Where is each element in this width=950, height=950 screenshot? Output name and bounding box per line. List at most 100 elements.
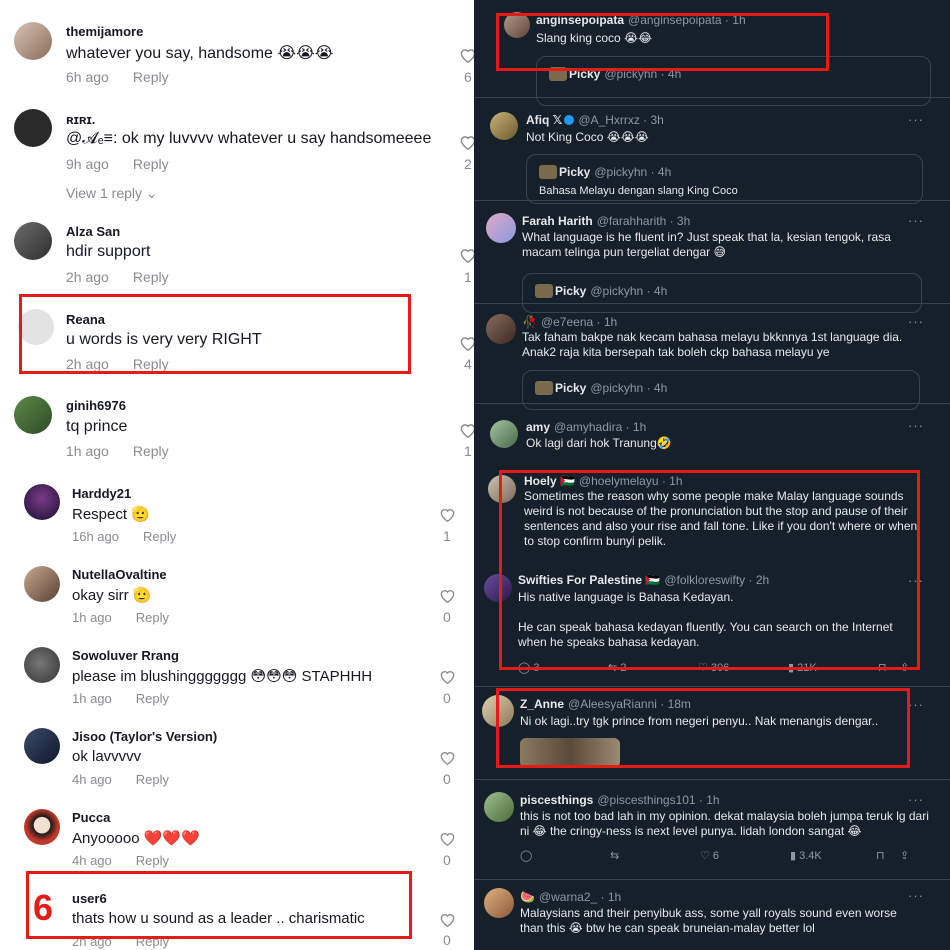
- share-icon[interactable]: ⇪: [900, 849, 909, 862]
- avatar[interactable]: [490, 112, 518, 140]
- heart-icon[interactable]: [439, 669, 456, 684]
- avatar[interactable]: [14, 109, 52, 147]
- tweet-text: Malaysians and their penyibuk ass, some …: [520, 906, 897, 935]
- heart-icon[interactable]: [439, 750, 456, 765]
- comment-username[interactable]: NutellaOvaltine: [72, 567, 167, 582]
- reply-button[interactable]: Reply: [143, 529, 176, 544]
- views-count: 3.4K: [799, 850, 822, 862]
- avatar[interactable]: [24, 728, 60, 764]
- tweet[interactable]: ··· amy @amyhadira · 1h Ok lagi dari hok …: [474, 404, 950, 459]
- reply-button[interactable]: Reply: [133, 443, 169, 459]
- tweet-text: Not King Coco 😭😭😭: [526, 130, 649, 144]
- comment-username[interactable]: ginih6976: [66, 398, 126, 413]
- heart-icon[interactable]: [439, 507, 456, 522]
- reply-button[interactable]: Reply: [136, 772, 169, 787]
- avatar[interactable]: [484, 792, 514, 822]
- comment-username[interactable]: themijamore: [66, 24, 143, 39]
- avatar[interactable]: [24, 809, 60, 845]
- like-count: 0: [443, 690, 451, 706]
- view-replies-label: View 1 reply: [66, 185, 143, 201]
- avatar[interactable]: [484, 888, 514, 918]
- quote-card[interactable]: Picky @pickyhn · 4h Bahasa Melayu dengan …: [526, 154, 923, 204]
- comment-text: whatever you say, handsome 😭😭😭: [66, 45, 334, 62]
- tweet-actions: ◯ ⇆ ♡ 6 ▮ 3.4K ⊓ ⇪: [520, 849, 920, 863]
- heart-icon[interactable]: [439, 912, 456, 927]
- author-handle: @piscesthings101 · 1h: [597, 793, 720, 807]
- reply-button[interactable]: Reply: [136, 610, 169, 625]
- like-count: 1: [464, 269, 472, 285]
- more-icon[interactable]: ···: [908, 792, 924, 807]
- comment-username[interactable]: Alza San: [66, 224, 120, 239]
- more-icon[interactable]: ···: [908, 418, 924, 433]
- reply-icon[interactable]: ◯: [520, 849, 532, 862]
- highlight-box: [499, 470, 920, 670]
- more-icon[interactable]: ···: [908, 888, 924, 903]
- comment-meta: 16h ago Reply: [72, 529, 176, 544]
- like-count: 0: [443, 932, 451, 948]
- tweet-author[interactable]: Farah Harith @farahharith · 3h: [522, 214, 690, 228]
- avatar[interactable]: [14, 22, 52, 60]
- heart-icon[interactable]: [439, 831, 456, 846]
- comment-panel: themijamore whatever you say, handsome 😭…: [0, 0, 474, 950]
- reply-button[interactable]: Reply: [133, 269, 169, 285]
- comment-username[interactable]: ʀɪʀɪ.: [66, 112, 95, 127]
- tweet[interactable]: ··· Afiq 𝕏 @A_Hxrrxz · 3h Not King Coco 😭…: [474, 98, 950, 204]
- tweet[interactable]: ··· 🍉 @warna2_ · 1h Malaysians and their …: [474, 880, 950, 950]
- bookmark-icon[interactable]: ⊓: [876, 849, 885, 862]
- comment-username[interactable]: Sowoluver Rrang: [72, 648, 179, 663]
- like-count: 1: [443, 528, 451, 544]
- author-handle: @e7eena · 1h: [540, 315, 618, 329]
- avatar[interactable]: [486, 213, 516, 243]
- retweet-icon[interactable]: ⇆: [610, 849, 619, 862]
- tweet[interactable]: ··· 🥀 @e7eena · 1h Tak faham bakpe nak ke…: [474, 304, 950, 410]
- more-icon[interactable]: ···: [908, 314, 924, 329]
- quote-handle: @pickyhn · 4h: [590, 284, 668, 298]
- comment-text: Anyooooo ❤️❤️❤️: [72, 830, 200, 847]
- author-name: amy: [526, 420, 551, 434]
- avatar[interactable]: [24, 484, 60, 520]
- more-icon[interactable]: ···: [908, 697, 924, 712]
- views-icon[interactable]: ▮ 3.4K: [790, 849, 822, 862]
- avatar[interactable]: [24, 566, 60, 602]
- view-replies-button[interactable]: View 1 reply ⌄: [66, 185, 158, 202]
- tweet-text: What language is he fluent in? Just spea…: [522, 230, 891, 259]
- heart-icon[interactable]: [459, 134, 474, 150]
- heart-icon[interactable]: [459, 247, 474, 263]
- avatar[interactable]: [490, 420, 518, 448]
- quote-author: Picky @pickyhn · 4h: [559, 165, 671, 179]
- comment-username[interactable]: Pucca: [72, 810, 110, 825]
- comment-text: hdir support: [66, 243, 151, 260]
- tweet-author[interactable]: Afiq 𝕏 @A_Hxrrxz · 3h: [526, 113, 664, 127]
- like-icon[interactable]: ♡ 6: [700, 849, 719, 862]
- comment-meta: 4h ago Reply: [72, 853, 169, 868]
- tweet[interactable]: ··· piscesthings @piscesthings101 · 1h th…: [474, 780, 950, 880]
- heart-icon[interactable]: [459, 422, 474, 438]
- tweet-author[interactable]: 🥀 @e7eena · 1h: [522, 315, 617, 329]
- reply-button[interactable]: Reply: [136, 691, 169, 706]
- tweet-text: this is not too bad lah in my opinion. d…: [520, 809, 929, 838]
- like-count: 0: [443, 852, 451, 868]
- tweet-author[interactable]: amy @amyhadira · 1h: [526, 420, 646, 434]
- avatar[interactable]: [486, 314, 516, 344]
- author-handle: @farahharith · 3h: [596, 214, 691, 228]
- reply-button[interactable]: Reply: [133, 69, 169, 85]
- comment-text: @𝓐ₑ≡: ok my luvvvv whatever u say handso…: [66, 130, 432, 147]
- more-icon[interactable]: ···: [908, 112, 924, 127]
- avatar[interactable]: [14, 396, 52, 434]
- highlight-box: [496, 13, 829, 71]
- comment-username[interactable]: Jisoo (Taylor's Version): [72, 729, 217, 744]
- heart-icon[interactable]: [439, 588, 456, 603]
- comment-username[interactable]: Harddy21: [72, 486, 131, 501]
- reply-button[interactable]: Reply: [133, 156, 169, 172]
- tweet[interactable]: ··· Farah Harith @farahharith · 3h What l…: [474, 201, 950, 313]
- avatar[interactable]: [14, 222, 52, 260]
- author-handle: @amyhadira · 1h: [554, 420, 647, 434]
- tweet-author[interactable]: 🍉 @warna2_ · 1h: [520, 890, 621, 904]
- quote-author: Picky @pickyhn · 4h: [555, 284, 667, 298]
- reply-button[interactable]: Reply: [136, 853, 169, 868]
- heart-icon[interactable]: [459, 335, 474, 351]
- more-icon[interactable]: ···: [908, 213, 924, 228]
- tweet-author[interactable]: piscesthings @piscesthings101 · 1h: [520, 793, 720, 807]
- avatar[interactable]: [24, 647, 60, 683]
- heart-icon[interactable]: [459, 47, 474, 63]
